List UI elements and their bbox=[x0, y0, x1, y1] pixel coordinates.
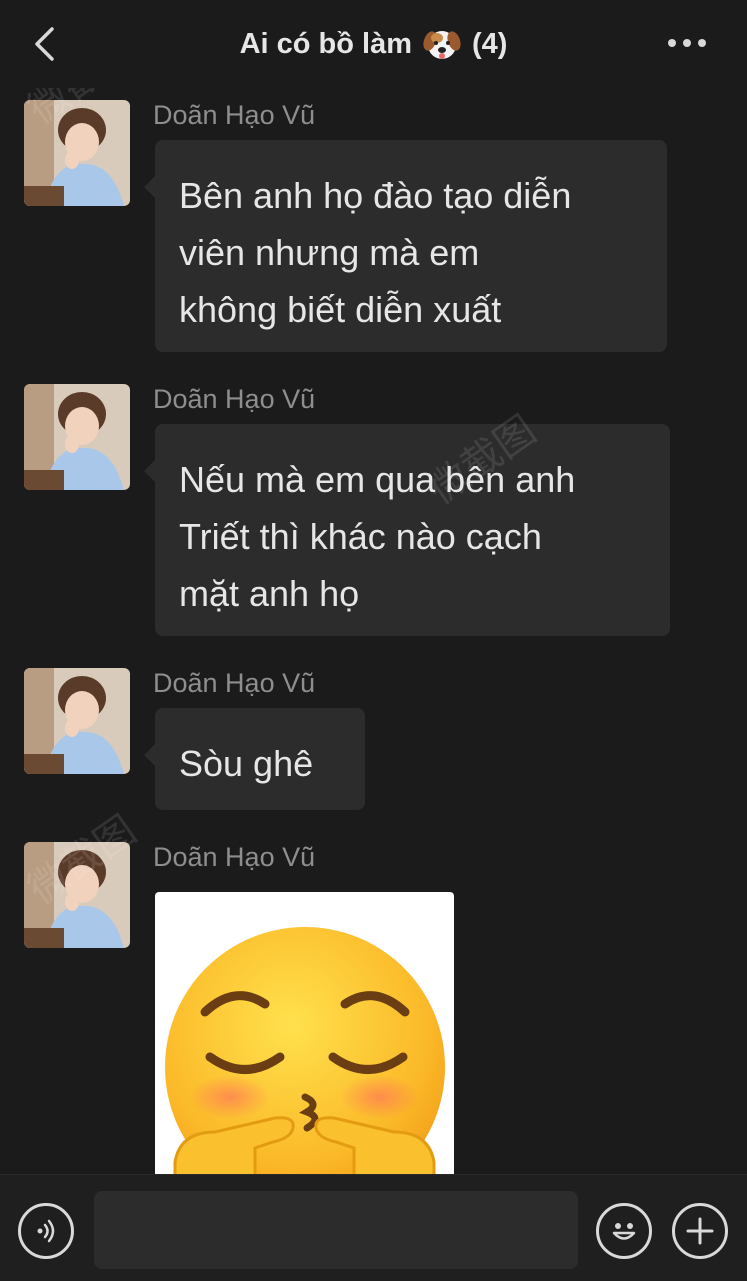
avatar[interactable] bbox=[24, 384, 130, 490]
sender-name: Doãn Hạo Vũ bbox=[153, 842, 316, 872]
more-horizontal-icon bbox=[668, 39, 706, 47]
emoji-button[interactable] bbox=[596, 1203, 652, 1259]
chevron-left-icon bbox=[35, 27, 54, 61]
avatar-image bbox=[24, 100, 130, 206]
message-bubble[interactable]: Bên anh họ đào tạo diễn viên nhưng mà em… bbox=[144, 140, 667, 352]
message-input[interactable] bbox=[94, 1191, 578, 1269]
message-line: Sòu ghê bbox=[179, 743, 314, 784]
sticker-message[interactable] bbox=[155, 892, 454, 1174]
avatar[interactable] bbox=[24, 668, 130, 774]
avatar[interactable] bbox=[24, 842, 130, 948]
smiley-icon bbox=[612, 1223, 636, 1240]
plus-button[interactable] bbox=[672, 1203, 728, 1259]
voice-button[interactable] bbox=[18, 1203, 74, 1259]
more-button[interactable] bbox=[667, 28, 707, 58]
member-count: (4) bbox=[471, 27, 508, 60]
dog-face-icon bbox=[423, 31, 461, 59]
message-list[interactable]: Doãn Hạo Vũ Bên anh họ đào tạo diễn viên… bbox=[0, 88, 747, 1174]
message-line: Triết thì khác nào cạch bbox=[179, 516, 542, 557]
avatar-image bbox=[24, 384, 130, 490]
plus-icon bbox=[686, 1217, 714, 1245]
pensive-kiss-emoji-icon bbox=[165, 927, 445, 1174]
back-button[interactable] bbox=[26, 26, 62, 62]
group-name: Ai có bồ làm bbox=[239, 27, 412, 60]
message-line: không biết diễn xuất bbox=[179, 289, 502, 330]
input-bar bbox=[0, 1174, 747, 1281]
message-line: Bên anh họ đào tạo diễn bbox=[179, 175, 572, 216]
avatar-image bbox=[24, 668, 130, 774]
sender-name: Doãn Hạo Vũ bbox=[153, 384, 316, 414]
chat-title: Ai có bồ làm (4) bbox=[240, 24, 508, 64]
message-bubble[interactable]: Sòu ghê bbox=[144, 708, 365, 810]
chat-header: Ai có bồ làm (4) bbox=[0, 0, 747, 88]
avatar[interactable] bbox=[24, 100, 130, 206]
message-line: mặt anh họ bbox=[179, 573, 360, 614]
voice-icon bbox=[37, 1219, 55, 1243]
message-line: Nếu mà em qua bên anh bbox=[179, 459, 576, 500]
avatar-image bbox=[24, 842, 130, 948]
message-line: viên nhưng mà em bbox=[179, 232, 480, 273]
sender-name: Doãn Hạo Vũ bbox=[153, 100, 316, 130]
sender-name: Doãn Hạo Vũ bbox=[153, 668, 316, 698]
message-bubble[interactable]: Nếu mà em qua bên anh Triết thì khác nào… bbox=[144, 424, 670, 636]
